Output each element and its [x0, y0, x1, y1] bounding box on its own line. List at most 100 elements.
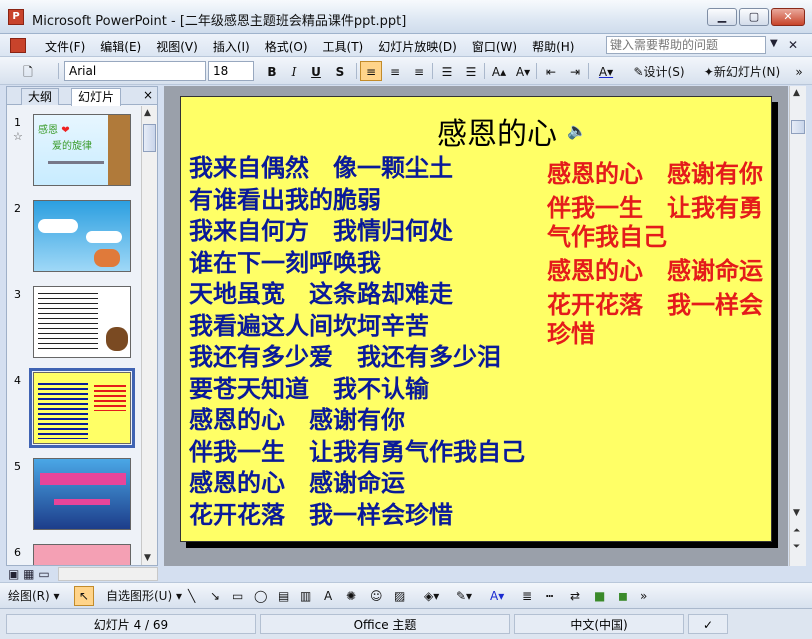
lyric-line: 感恩的心 感谢有你: [189, 405, 405, 434]
menu-help[interactable]: 帮助(H): [532, 37, 582, 56]
oval-icon[interactable]: ◯: [254, 587, 267, 605]
menu-slideshow[interactable]: 幻灯片放映(D): [378, 37, 465, 56]
lyric-line: 我还有多少爱 我还有多少泪: [189, 342, 501, 371]
picture-icon[interactable]: ▨: [394, 587, 405, 605]
rectangle-icon[interactable]: ▭: [232, 587, 243, 605]
dash-style-icon[interactable]: ┅: [546, 587, 553, 605]
font-color-icon[interactable]: A▾: [490, 587, 504, 605]
draw-menu-button[interactable]: 绘图(R) ▾: [8, 587, 60, 605]
scroll-thumb[interactable]: [143, 124, 156, 152]
design-label: 设计(S): [643, 65, 685, 79]
menu-format[interactable]: 格式(O): [265, 37, 316, 56]
chevron-down-icon[interactable]: ▼: [770, 38, 778, 49]
spellcheck-icon[interactable]: ✓: [688, 614, 728, 634]
scroll-thumb[interactable]: [791, 120, 805, 134]
bold-button[interactable]: B: [262, 61, 282, 81]
slide-title[interactable]: 感恩的心: [181, 109, 773, 153]
slide-thumbnail-5[interactable]: [33, 458, 131, 530]
shadow-button[interactable]: S: [330, 61, 350, 81]
current-slide[interactable]: 感恩的心 🔈 我来自偶然 像一颗尘土 有谁看出我的脆弱 我来自何方 我情归何处 …: [180, 96, 772, 542]
lyric-line: 感恩的心 感谢命运: [189, 468, 405, 497]
slideshow-icon[interactable]: ▭: [38, 567, 49, 581]
font-color-icon[interactable]: A▾: [592, 61, 620, 81]
next-slide-icon[interactable]: ⏷: [793, 542, 800, 552]
scroll-up-icon[interactable]: ▲: [793, 88, 800, 98]
menu-view[interactable]: 视图(V): [156, 37, 206, 56]
new-document-icon[interactable]: 🗋: [18, 61, 38, 81]
lyrics-left-textbox[interactable]: 我来自偶然 像一颗尘土 有谁看出我的脆弱 我来自何方 我情归何处 谁在下一刻呼唤…: [189, 152, 525, 530]
thumbnail-number: 4: [14, 374, 21, 387]
chorus-block: 伴我一生 让我有勇气作我自己: [547, 193, 763, 251]
increase-indent-icon[interactable]: ⇥: [564, 61, 586, 81]
design-button[interactable]: ✎设计(S): [624, 61, 694, 81]
line-style-icon[interactable]: ≣: [522, 587, 532, 605]
close-button[interactable]: ✕: [771, 8, 805, 26]
select-objects-icon[interactable]: ↖: [74, 586, 94, 606]
autoshapes-button[interactable]: 自选图形(U) ▾: [106, 587, 182, 605]
align-right-icon[interactable]: ≡: [408, 61, 430, 81]
align-center-icon[interactable]: ≡: [384, 61, 406, 81]
underline-button[interactable]: U: [306, 61, 326, 81]
new-slide-button[interactable]: ✦新幻灯片(N): [698, 61, 786, 81]
pane-tabs: 大纲 幻灯片 ×: [7, 87, 157, 106]
italic-button[interactable]: I: [284, 61, 304, 81]
scroll-down-icon[interactable]: ▼: [793, 508, 800, 518]
tab-outline[interactable]: 大纲: [21, 88, 60, 105]
horizontal-scrollbar[interactable]: [58, 567, 158, 581]
scroll-up-icon[interactable]: ▲: [144, 108, 151, 118]
3d-style-icon[interactable]: ◼: [618, 587, 628, 605]
menu-edit[interactable]: 编辑(E): [100, 37, 149, 56]
toolbar-options-icon[interactable]: »: [640, 587, 647, 605]
speaker-icon[interactable]: 🔈: [567, 121, 587, 140]
powerpoint-icon: P: [8, 9, 24, 25]
toolbar-options-icon[interactable]: »: [792, 61, 806, 81]
shadow-style-icon[interactable]: ■: [594, 587, 605, 605]
vertical-textbox-icon[interactable]: ▥: [300, 587, 311, 605]
slide-thumbnail-2[interactable]: [33, 200, 131, 272]
font-name-select[interactable]: Arial: [64, 61, 206, 81]
draw-menu-label: 绘图(R): [8, 589, 50, 603]
slide-thumbnail-3[interactable]: [33, 286, 131, 358]
lyric-line: 我来自偶然 像一颗尘土: [189, 153, 453, 182]
slide-thumbnail-6[interactable]: [33, 544, 131, 565]
menu-window[interactable]: 窗口(W): [472, 37, 525, 56]
menu-insert[interactable]: 插入(I): [213, 37, 258, 56]
lyrics-right-textbox[interactable]: 感恩的心 感谢有你 伴我一生 让我有勇气作我自己 感恩的心 感谢命运 花开花落 …: [547, 159, 765, 353]
close-document-icon[interactable]: ✕: [788, 38, 798, 52]
wordart-icon[interactable]: A: [324, 587, 332, 605]
scroll-down-icon[interactable]: ▼: [144, 553, 151, 563]
slide-scrollbar[interactable]: ▲ ▼ ⏶ ⏷: [789, 86, 806, 566]
menu-file[interactable]: 文件(F): [45, 37, 93, 56]
increase-font-icon[interactable]: A▴: [488, 61, 510, 81]
tab-slides[interactable]: 幻灯片: [71, 88, 122, 106]
maximize-button[interactable]: ▢: [739, 8, 769, 26]
document-icon[interactable]: [10, 38, 26, 53]
fill-color-icon[interactable]: ◈▾: [424, 587, 439, 605]
decrease-font-icon[interactable]: A▾: [512, 61, 534, 81]
minimize-button[interactable]: ▁: [707, 8, 737, 26]
slide-thumbnail-1[interactable]: 感恩 ❤ 爱的旋律: [33, 114, 131, 186]
help-search-input[interactable]: 键入需要帮助的问题: [606, 36, 766, 54]
align-left-icon[interactable]: ≡: [360, 61, 382, 81]
drawing-toolbar: 绘图(R) ▾ ↖ 自选图形(U) ▾ ╲ ↘ ▭ ◯ ▤ ▥ A ✺ ☺ ▨ …: [0, 582, 812, 608]
slide-thumbnail-4[interactable]: [29, 368, 135, 448]
font-size-select[interactable]: 18: [208, 61, 254, 81]
menu-tools[interactable]: 工具(T): [323, 37, 372, 56]
textbox-icon[interactable]: ▤: [278, 587, 289, 605]
arrow-icon[interactable]: ↘: [210, 587, 220, 605]
lyric-line: 伴我一生 让我有勇气作我自己: [189, 436, 525, 466]
close-pane-icon[interactable]: ×: [143, 88, 153, 102]
normal-view-icon[interactable]: ▣: [8, 567, 19, 581]
diagram-icon[interactable]: ✺: [346, 587, 356, 605]
new-slide-icon: ✦: [703, 65, 714, 79]
thumbnail-scrollbar[interactable]: ▲ ▼: [141, 106, 157, 565]
slide-sorter-icon[interactable]: ▦: [23, 567, 34, 581]
numbered-list-icon[interactable]: ☰: [436, 61, 458, 81]
bullet-list-icon[interactable]: ☰: [460, 61, 482, 81]
arrow-style-icon[interactable]: ⇄: [570, 587, 580, 605]
line-color-icon[interactable]: ✎▾: [456, 587, 472, 605]
line-icon[interactable]: ╲: [188, 587, 195, 605]
clipart-icon[interactable]: ☺: [370, 587, 383, 605]
previous-slide-icon[interactable]: ⏶: [793, 526, 800, 536]
decrease-indent-icon[interactable]: ⇤: [540, 61, 562, 81]
